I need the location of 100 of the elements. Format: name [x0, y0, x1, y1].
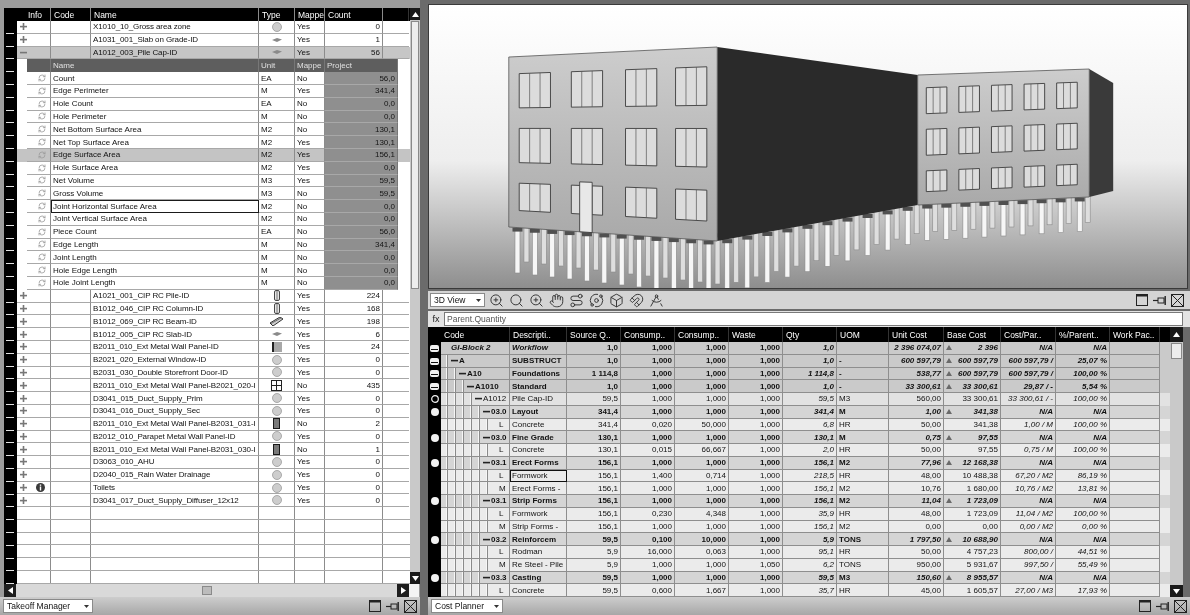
hand-icon[interactable] [547, 292, 565, 308]
tree-node-code[interactable]: M [499, 521, 506, 531]
cube-icon[interactable] [607, 292, 625, 308]
vertical-scrollbar[interactable] [410, 8, 420, 584]
zoom-in-icon[interactable] [487, 292, 505, 308]
tree-node-code[interactable]: M [499, 483, 506, 493]
tree-node-code[interactable]: 03.2 [491, 534, 507, 544]
table-row[interactable]: B2011_010_Ext Metal Wall Panel-B2021_020-I No 435 [17, 379, 410, 393]
plus-icon[interactable] [20, 368, 27, 376]
arrow-up-icon[interactable] [411, 11, 419, 17]
plus-icon[interactable] [20, 343, 27, 351]
search-icon[interactable] [507, 292, 525, 308]
description-cell[interactable]: Layout [510, 405, 567, 419]
description-cell[interactable]: Formwork [510, 507, 567, 521]
tree-node-code[interactable]: 03.1 [491, 496, 507, 506]
pin-icon[interactable] [1153, 295, 1166, 305]
close-icon[interactable] [1174, 599, 1187, 613]
column-header[interactable]: Name [51, 59, 259, 73]
zoom-in-icon[interactable] [527, 292, 545, 308]
plus-icon[interactable] [20, 23, 27, 31]
table-row[interactable]: L Concrete 59,5 0,600 1,667 1,000 35,7 HR 45,00 1 605,57 27,00 / M3 17,93 % [441, 584, 1170, 597]
plus-icon[interactable] [20, 432, 27, 440]
table-row[interactable]: 03.0 Fine Grade 130,1 1,000 1,000 1,000 130,1 M 0,75 97,55 N/A N/A [441, 431, 1170, 444]
table-row[interactable]: B2011_010_Ext Metal Wall Panel-B2031_030-I No 1 [17, 443, 410, 457]
description-cell[interactable]: Concrete [510, 444, 567, 457]
arrow-down-icon[interactable] [1173, 588, 1180, 594]
magnet-icon[interactable] [627, 292, 645, 308]
plus-icon[interactable] [20, 445, 27, 453]
table-row[interactable]: B1012_005_CIP RC Slab-ID Yes 6 [17, 328, 410, 341]
column-header[interactable]: Project [325, 59, 398, 73]
tree-node-code[interactable]: M [499, 560, 506, 570]
description-cell[interactable]: Pile Cap-ID [510, 393, 567, 406]
description-cell[interactable]: Re Steel - Pile [510, 558, 567, 572]
maximize-icon[interactable] [369, 600, 381, 612]
maximize-icon[interactable] [1136, 294, 1148, 306]
plus-icon[interactable] [20, 36, 27, 44]
tree-node-code[interactable]: L [499, 547, 504, 557]
close-icon[interactable] [1171, 293, 1184, 307]
description-cell[interactable]: Strip Forms [510, 495, 567, 508]
table-row[interactable]: M Erect Forms - 156,1 1,000 1,000 1,000 156,1 M2 10,76 1 680,00 10,76 / M2 13,81 % [441, 482, 1170, 495]
plus-icon[interactable] [20, 317, 27, 325]
pin-icon[interactable] [1156, 601, 1169, 611]
tree-node-code[interactable]: GI-Block 2 [451, 343, 491, 353]
table-row[interactable]: D3041_017_Duct_Supply_Diffuser_12x12 Yes 0 [17, 494, 410, 508]
maximize-icon[interactable] [1139, 600, 1151, 612]
tree-node-code[interactable]: L [499, 445, 504, 455]
table-row[interactable]: A1012 Pile Cap-ID 59,5 1,000 1,000 1,000 59,5 M3 560,00 33 300,61 33 300,61 / - 100,00 % [441, 393, 1170, 406]
pin-icon[interactable] [386, 601, 399, 611]
scrollbar-thumb[interactable] [201, 586, 212, 595]
description-cell[interactable]: Workflow [510, 342, 567, 355]
description-cell[interactable]: SUBSTRUCT [510, 354, 567, 368]
tree-node-code[interactable]: L [499, 419, 504, 429]
drafting-compass-icon[interactable] [647, 292, 665, 308]
table-row[interactable]: 03.1 Strip Forms 156,1 1,000 1,000 1,000 156,1 M2 11,04 1 723,09 N/A N/A [441, 495, 1170, 508]
table-row[interactable]: B1012_069_CIP RC Beam-ID Yes 198 [17, 315, 410, 329]
tree-node-code[interactable]: L [499, 509, 504, 519]
view-dropdown[interactable]: Takeoff Manager [3, 599, 93, 613]
close-icon[interactable] [404, 599, 417, 613]
orbit-icon[interactable] [587, 292, 605, 308]
plus-icon[interactable] [20, 330, 27, 338]
view-dropdown[interactable]: Cost Planner [431, 599, 503, 613]
description-cell[interactable]: Rodman [510, 546, 567, 559]
tree-node-code[interactable]: A [459, 356, 465, 366]
tree-node-code[interactable]: A10 [467, 368, 482, 378]
table-row[interactable]: X1010_10_Gross area zone Yes 0 [17, 21, 410, 34]
tree-node-code[interactable]: 03.0 [491, 432, 507, 442]
table-row[interactable]: D3063_010_AHU Yes 0 [17, 456, 410, 469]
arrow-up-icon[interactable] [1173, 332, 1180, 337]
table-row[interactable]: 03.2 Reinforcem 59,5 0,100 10,000 1,000 5,9 TONS 1 797,50 10 688,90 N/A N/A [441, 533, 1170, 546]
plus-icon[interactable] [20, 471, 27, 479]
route-icon[interactable] [567, 292, 585, 308]
horizontal-scrollbar[interactable] [4, 584, 419, 597]
tree-node-code[interactable]: L [499, 585, 504, 595]
tree-node-code[interactable]: 03.3 [491, 572, 507, 582]
vertical-scrollbar[interactable] [1170, 327, 1183, 597]
view-dropdown[interactable]: 3D View [430, 293, 485, 307]
plus-icon[interactable] [20, 407, 27, 415]
plus-icon[interactable] [20, 292, 27, 300]
description-cell[interactable]: Erect Forms [510, 456, 567, 470]
scrollbar-thumb[interactable] [1171, 343, 1182, 359]
tree-node-code[interactable]: A1010 [475, 381, 499, 391]
column-header[interactable]: Unit [259, 59, 295, 73]
tree-node-code[interactable]: 03.1 [491, 458, 507, 468]
tree-node-code[interactable]: 03.0 [491, 407, 507, 417]
plus-icon[interactable] [20, 458, 27, 466]
description-cell[interactable]: Formwork [510, 469, 567, 483]
info-icon[interactable] [36, 483, 45, 493]
column-header[interactable]: Mappe [295, 59, 325, 73]
arrow-down-icon[interactable] [411, 575, 419, 581]
plus-icon[interactable] [20, 420, 27, 428]
scrollbar-thumb[interactable] [411, 21, 419, 289]
tree-node-code[interactable]: L [499, 470, 504, 480]
formula-input[interactable]: Parent.Quantity [444, 312, 1183, 326]
plus-icon[interactable] [20, 484, 27, 492]
table-row[interactable]: L Concrete 130,1 0,015 66,667 1,000 2,0 HR 50,00 97,55 0,75 / M 100,00 % [441, 444, 1170, 457]
table-row[interactable]: D3041_015_Duct_Supply_Prim Yes 0 [17, 392, 410, 405]
plus-icon[interactable] [20, 496, 27, 504]
arrow-left-icon[interactable] [7, 587, 13, 594]
plus-icon[interactable] [20, 356, 27, 364]
arrow-right-icon[interactable] [400, 587, 406, 594]
